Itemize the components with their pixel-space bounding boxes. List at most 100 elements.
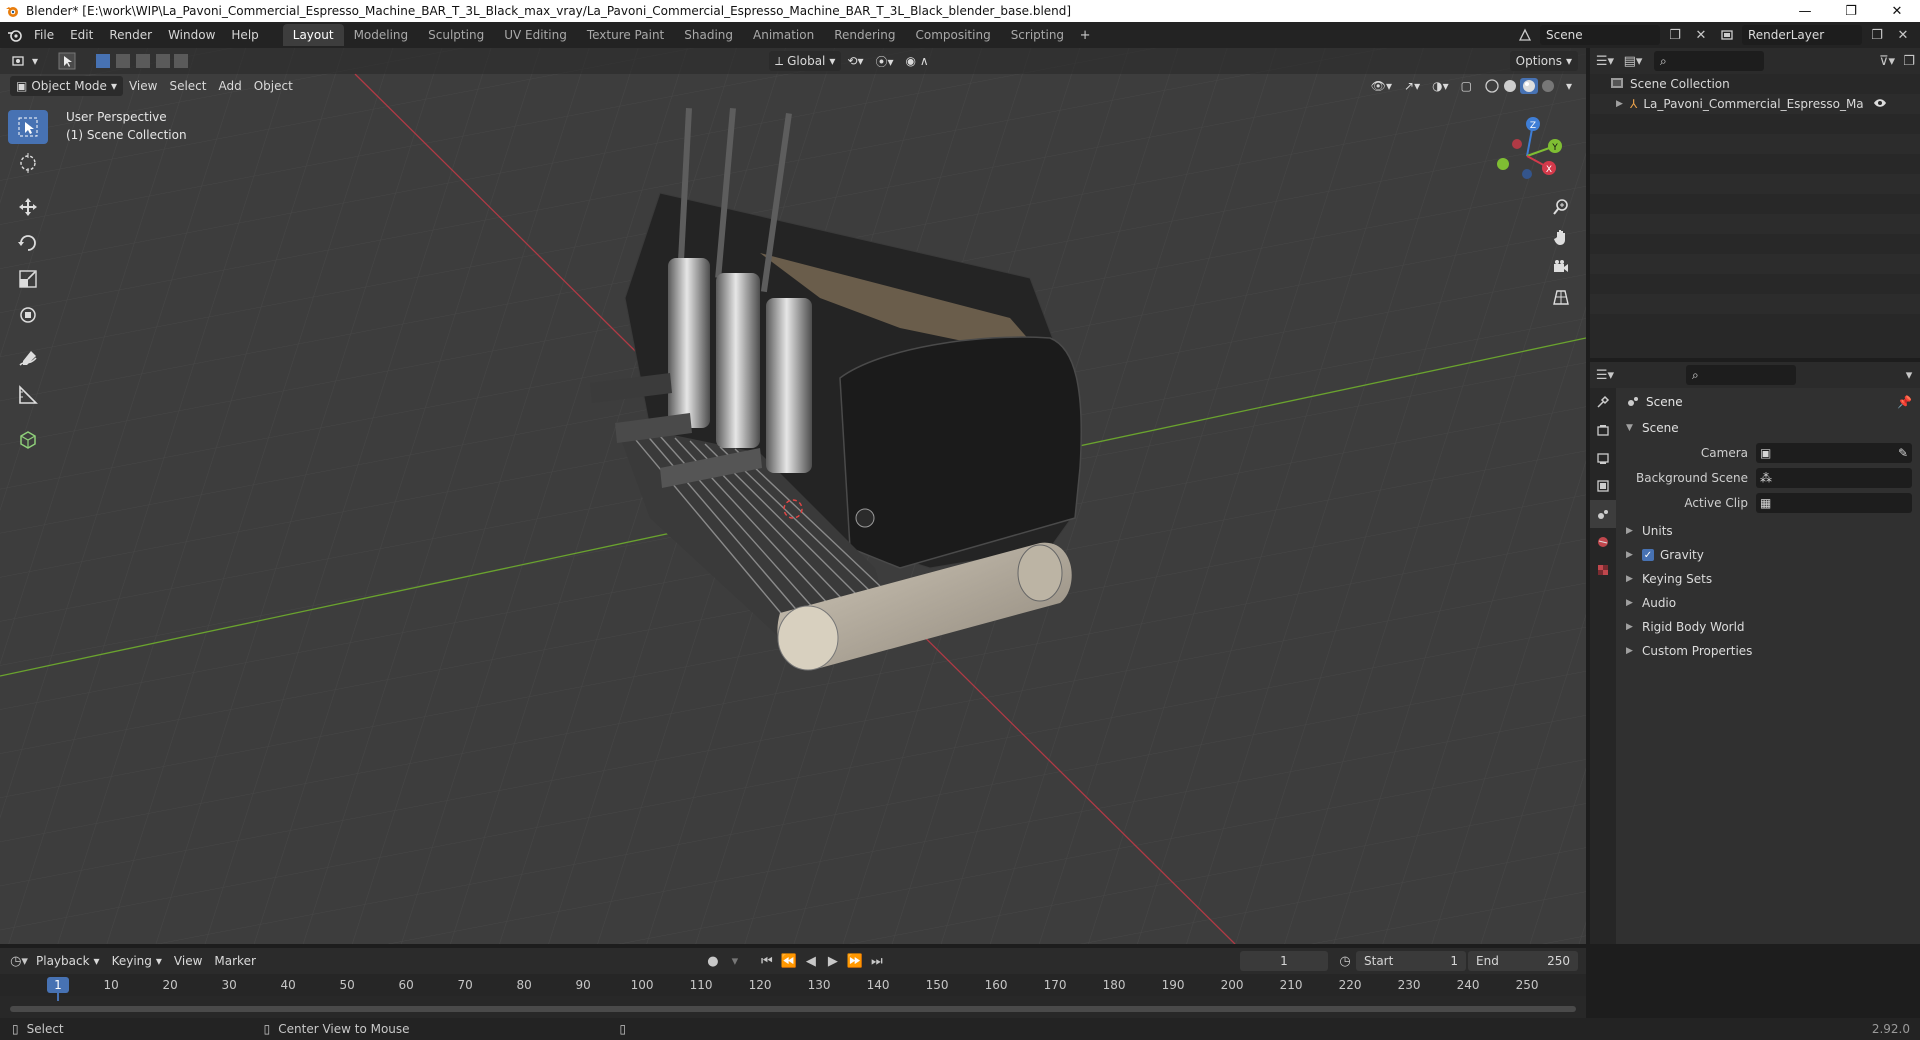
ortho-grid-icon[interactable] — [1548, 284, 1574, 310]
preview-range-icon[interactable]: ◷ — [1334, 951, 1356, 971]
visibility-eye-icon[interactable] — [1873, 97, 1887, 111]
viewport-menu-object[interactable]: Object — [248, 76, 299, 96]
gizmo-toggle-icon[interactable]: ↗▾ — [1398, 76, 1426, 96]
display-mode-icon[interactable]: ▤▾ — [1622, 51, 1644, 71]
timeline-menu-marker[interactable]: Marker — [208, 951, 261, 971]
tab-texture-paint[interactable]: Texture Paint — [577, 24, 674, 46]
filter-icon[interactable]: ⊽▾ — [1876, 51, 1898, 71]
new-view-layer-icon[interactable]: ❐ — [1866, 25, 1888, 45]
tab-sculpting[interactable]: Sculpting — [418, 24, 494, 46]
tab-layout[interactable]: Layout — [282, 24, 344, 46]
pin-icon[interactable]: 📌 — [1897, 395, 1912, 409]
tab-shading[interactable]: Shading — [674, 24, 743, 46]
scene-name-field[interactable]: Scene — [1540, 25, 1660, 45]
record-icon[interactable]: ● — [702, 951, 724, 971]
measure-tool-icon[interactable] — [8, 378, 48, 412]
output-tab-icon[interactable] — [1590, 444, 1616, 472]
blender-menu-icon[interactable] — [4, 25, 26, 45]
tab-animation[interactable]: Animation — [743, 24, 824, 46]
record-options-icon[interactable]: ▾ — [724, 951, 746, 971]
jump-end-icon[interactable]: ⏭ — [866, 951, 888, 971]
tab-compositing[interactable]: Compositing — [905, 24, 1000, 46]
zoom-icon[interactable] — [1548, 194, 1574, 220]
next-keyframe-icon[interactable]: ⏩ — [844, 951, 866, 971]
camera-field[interactable]: ▣ ✎ — [1756, 442, 1912, 463]
end-frame-field[interactable]: End 250 — [1468, 951, 1578, 971]
proportional-edit-icon[interactable]: ◉ ∧ — [900, 51, 935, 71]
outliner-search-input[interactable]: ⌕ — [1654, 51, 1764, 71]
snap-icon[interactable]: ⦿▾ — [870, 51, 900, 71]
view-layer-icon[interactable] — [1716, 25, 1738, 45]
new-scene-icon[interactable]: ❐ — [1664, 25, 1686, 45]
timeline-editor-type-icon[interactable]: ◷▾ — [8, 951, 30, 971]
new-collection-icon[interactable]: ❐ — [1898, 51, 1920, 71]
viewport-canvas[interactable] — [0, 48, 1586, 944]
menu-file[interactable]: File — [26, 24, 62, 46]
viewport-menu-select[interactable]: Select — [163, 76, 212, 96]
view-layer-tab-icon[interactable] — [1590, 472, 1616, 500]
cursor-tool-icon[interactable] — [8, 146, 48, 180]
panel-custom-properties-header[interactable]: ▶ Custom Properties — [1620, 639, 1920, 663]
minimize-button[interactable]: — — [1782, 0, 1828, 22]
current-frame-indicator[interactable]: 1 — [47, 977, 69, 993]
transform-tool-icon[interactable] — [8, 298, 48, 332]
timeline-menu-keying[interactable]: Keying ▾ — [106, 951, 168, 971]
start-frame-field[interactable]: Start 1 — [1356, 951, 1466, 971]
menu-help[interactable]: Help — [223, 24, 266, 46]
expand-arrow-icon[interactable]: ▶ — [1616, 99, 1626, 109]
scene-tab-icon[interactable] — [1590, 500, 1616, 528]
background-scene-field[interactable]: ⁂ — [1756, 467, 1912, 488]
scene-selector-icon[interactable] — [1514, 25, 1536, 45]
annotate-tool-icon[interactable] — [8, 342, 48, 376]
panel-rigid-body-world-header[interactable]: ▶ Rigid Body World — [1620, 615, 1920, 639]
menu-edit[interactable]: Edit — [62, 24, 101, 46]
add-cube-tool-icon[interactable] — [8, 422, 48, 456]
gravity-checkbox[interactable]: ✓ — [1642, 549, 1654, 561]
move-tool-icon[interactable] — [8, 190, 48, 224]
select-box-tool-icon[interactable] — [8, 110, 48, 144]
render-tab-icon[interactable] — [1590, 416, 1616, 444]
object-mode-dropdown[interactable]: ▣ Object Mode ▾ — [10, 76, 123, 96]
outliner-editor-type-icon[interactable]: ☰▾ — [1594, 51, 1616, 71]
shading-mode-icons[interactable]: ▾ — [1478, 76, 1578, 96]
tab-scripting[interactable]: Scripting — [1001, 24, 1074, 46]
timeline-menu-view[interactable]: View — [168, 951, 208, 971]
timeline-scrollbar[interactable] — [10, 1006, 1576, 1012]
play-reverse-icon[interactable]: ◀ — [800, 951, 822, 971]
play-icon[interactable]: ▶ — [822, 951, 844, 971]
maximize-button[interactable]: ❐ — [1828, 0, 1874, 22]
tab-modeling[interactable]: Modeling — [344, 24, 419, 46]
outliner-row-object[interactable]: ▶ ⅄ La_Pavoni_Commercial_Espresso_Machin… — [1590, 94, 1920, 114]
active-clip-field[interactable]: ▦ — [1756, 492, 1912, 513]
eyedropper-icon[interactable]: ✎ — [1898, 446, 1908, 460]
viewport-menu-view[interactable]: View — [123, 76, 163, 96]
transform-orientation-dropdown[interactable]: ⟂ Global ▾ — [769, 51, 842, 71]
delete-view-layer-icon[interactable]: ✕ — [1892, 25, 1914, 45]
navigation-gizmo[interactable]: Z Y X — [1485, 110, 1569, 194]
select-box-icon[interactable] — [52, 51, 82, 71]
texture-tab-icon[interactable] — [1590, 556, 1616, 584]
viewport-menu-add[interactable]: Add — [212, 76, 247, 96]
panel-gravity-header[interactable]: ▶ ✓ Gravity — [1620, 543, 1920, 567]
selection-mode-icons[interactable] — [90, 51, 194, 71]
pan-hand-icon[interactable] — [1548, 224, 1574, 250]
scale-tool-icon[interactable] — [8, 262, 48, 296]
visibility-icon[interactable]: 👁▾ — [1365, 76, 1398, 96]
rotate-tool-icon[interactable] — [8, 226, 48, 260]
overlay-toggle-icon[interactable]: ◑▾ — [1426, 76, 1455, 96]
delete-scene-icon[interactable]: ✕ — [1690, 25, 1712, 45]
menu-window[interactable]: Window — [160, 24, 223, 46]
view-layer-field[interactable]: RenderLayer — [1742, 25, 1862, 45]
panel-scene-header[interactable]: ▼ Scene — [1620, 416, 1920, 440]
tool-tab-icon[interactable] — [1590, 388, 1616, 416]
options-dropdown[interactable]: Options ▾ — [1509, 51, 1579, 71]
add-workspace-icon[interactable]: + — [1074, 25, 1096, 45]
outliner-row-scene-collection[interactable]: Scene Collection — [1590, 74, 1920, 94]
close-button[interactable]: ✕ — [1874, 0, 1920, 22]
properties-editor-type-icon[interactable]: ☰▾ — [1594, 365, 1616, 385]
xray-toggle-icon[interactable]: ▢ — [1455, 76, 1478, 96]
camera-view-icon[interactable] — [1548, 254, 1574, 280]
tab-rendering[interactable]: Rendering — [824, 24, 905, 46]
panel-units-header[interactable]: ▶ Units — [1620, 519, 1920, 543]
properties-search-input[interactable]: ⌕ — [1686, 365, 1796, 385]
